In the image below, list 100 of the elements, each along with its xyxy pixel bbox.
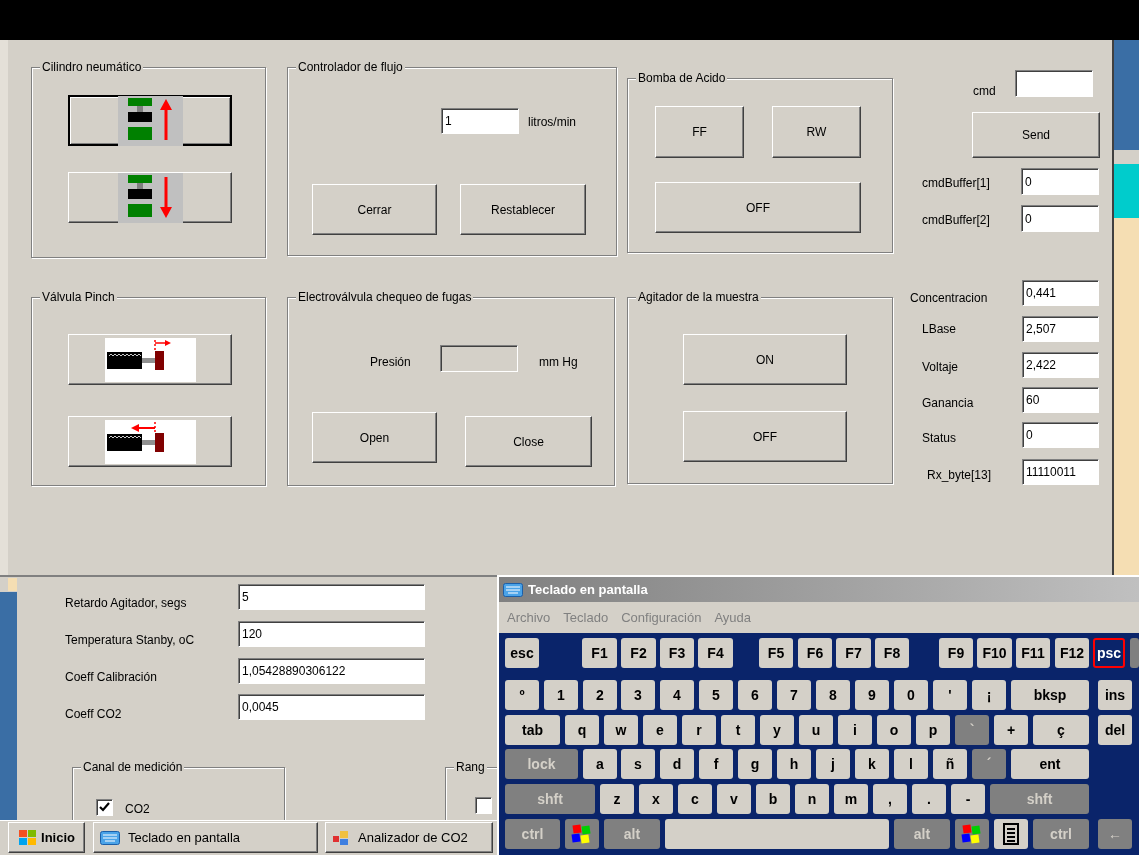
keyboard-key[interactable]: F1 [582, 638, 617, 668]
valve-button[interactable]: Open [312, 412, 437, 463]
keyboard-key[interactable]: F11 [1016, 638, 1050, 668]
keyboard-key[interactable]: z [600, 784, 634, 814]
setting-input[interactable]: 5 [238, 584, 425, 610]
keyboard-key[interactable]: 0 [894, 680, 928, 710]
start-button[interactable]: Inicio [8, 822, 85, 853]
reading-input[interactable]: 0,441 [1022, 280, 1099, 306]
keyboard-key[interactable]: ent [1011, 749, 1089, 779]
keyboard-key[interactable]: o [877, 715, 911, 745]
keyboard-key[interactable]: F4 [698, 638, 733, 668]
keyboard-key[interactable]: w [604, 715, 638, 745]
reading-input[interactable]: 60 [1022, 387, 1099, 413]
valve-button[interactable]: Close [465, 416, 592, 467]
keyboard-key[interactable]: , [873, 784, 907, 814]
keyboard-key[interactable]: 6 [738, 680, 772, 710]
buffer-input[interactable]: 0 [1021, 205, 1099, 232]
keyboard-key[interactable]: t [721, 715, 755, 745]
keyboard-key[interactable]: l [894, 749, 928, 779]
keyboard-key[interactable]: ç [1033, 715, 1089, 745]
keyboard-key[interactable]: esc [505, 638, 539, 668]
keyboard-key[interactable]: del [1098, 715, 1132, 745]
action-button[interactable]: Cerrar [312, 184, 437, 235]
keyboard-key[interactable]: 7 [777, 680, 811, 710]
keyboard-key[interactable]: ñ [933, 749, 967, 779]
keyboard-key[interactable]: F8 [875, 638, 909, 668]
stirrer-button[interactable]: ON [683, 334, 847, 385]
keyboard-key[interactable]: F9 [939, 638, 973, 668]
keyboard-key[interactable]: m [834, 784, 868, 814]
reading-input[interactable]: 2,507 [1022, 316, 1099, 342]
flow-input[interactable]: 1 [441, 108, 519, 134]
stirrer-button[interactable]: OFF [683, 411, 847, 462]
windows-key[interactable] [955, 819, 989, 849]
action-button[interactable]: Restablecer [460, 184, 586, 235]
keyboard-key[interactable]: d [660, 749, 694, 779]
setting-input[interactable]: 0,0045 [238, 694, 425, 720]
field-label: Rx_byte[13] [927, 468, 992, 482]
keyboard-key[interactable]: n [795, 784, 829, 814]
keyboard-key[interactable]: x [639, 784, 673, 814]
checkbox[interactable] [475, 797, 492, 814]
keyboard-key[interactable]: - [951, 784, 985, 814]
cylinder-button[interactable] [68, 95, 232, 146]
checkbox[interactable] [96, 799, 113, 816]
keyboard-key[interactable]: 4 [660, 680, 694, 710]
keyboard-key[interactable]: b [756, 784, 790, 814]
windows-key[interactable] [565, 819, 599, 849]
buffer-input[interactable]: 0 [1021, 168, 1099, 195]
keyboard-key[interactable]: F6 [798, 638, 832, 668]
keyboard-key[interactable]: + [994, 715, 1028, 745]
keyboard-key[interactable]: º [505, 680, 539, 710]
keyboard-key[interactable]: v [717, 784, 751, 814]
keyboard-key[interactable]: F7 [836, 638, 871, 668]
setting-input[interactable]: 120 [238, 621, 425, 647]
keyboard-key[interactable]: ' [933, 680, 967, 710]
send-button[interactable]: Send [972, 112, 1100, 158]
cmd-input[interactable] [1015, 70, 1093, 97]
pinch-valve-button[interactable] [68, 334, 232, 385]
reading-input[interactable]: 11110011 [1022, 459, 1099, 485]
keyboard-key[interactable]: j [816, 749, 850, 779]
keyboard-key[interactable]: y [760, 715, 794, 745]
keyboard-key[interactable]: 2 [583, 680, 617, 710]
keyboard-key[interactable]: F10 [977, 638, 1012, 668]
keyboard-key[interactable]: i [838, 715, 872, 745]
keyboard-key[interactable]: 8 [816, 680, 850, 710]
pump-button[interactable]: FF [655, 106, 744, 158]
keyboard-key[interactable]: ins [1098, 680, 1132, 710]
reading-input[interactable]: 2,422 [1022, 352, 1099, 378]
keyboard-key[interactable]: 9 [855, 680, 889, 710]
keyboard-key[interactable]: bksp [1011, 680, 1089, 710]
keyboard-key[interactable]: F5 [759, 638, 793, 668]
keyboard-key[interactable]: g [738, 749, 772, 779]
pump-button[interactable]: RW [772, 106, 861, 158]
reading-input[interactable]: 0 [1022, 422, 1099, 448]
keyboard-key[interactable]: c [678, 784, 712, 814]
keyboard-key[interactable]: F12 [1055, 638, 1089, 668]
pinch-valve-button[interactable] [68, 416, 232, 467]
keyboard-key[interactable]: k [855, 749, 889, 779]
keyboard-key[interactable]: q [565, 715, 599, 745]
keyboard-key[interactable]: . [912, 784, 946, 814]
keyboard-key[interactable]: r [682, 715, 716, 745]
keyboard-key[interactable]: F2 [621, 638, 656, 668]
keyboard-key[interactable]: 5 [699, 680, 733, 710]
taskbar-button[interactable]: Teclado en pantalla [93, 822, 318, 853]
keyboard-key[interactable]: ¡ [972, 680, 1006, 710]
keyboard-key[interactable]: p [916, 715, 950, 745]
keyboard-key[interactable]: 3 [621, 680, 655, 710]
keyboard-key[interactable]: psc [1093, 638, 1125, 668]
keyboard-key[interactable]: h [777, 749, 811, 779]
keyboard-key[interactable]: e [643, 715, 677, 745]
pump-button[interactable]: OFF [655, 182, 861, 233]
setting-input[interactable]: 1,05428890306122 [238, 658, 425, 684]
keyboard-key[interactable]: u [799, 715, 833, 745]
menu-key[interactable] [994, 819, 1028, 849]
keyboard-key[interactable]: s [621, 749, 655, 779]
keyboard-key[interactable]: 1 [544, 680, 578, 710]
taskbar-button[interactable]: Analizador de CO2 [325, 822, 493, 853]
keyboard-key[interactable]: f [699, 749, 733, 779]
keyboard-key[interactable]: a [583, 749, 617, 779]
keyboard-key[interactable]: tab [505, 715, 560, 745]
keyboard-key[interactable]: F3 [660, 638, 694, 668]
